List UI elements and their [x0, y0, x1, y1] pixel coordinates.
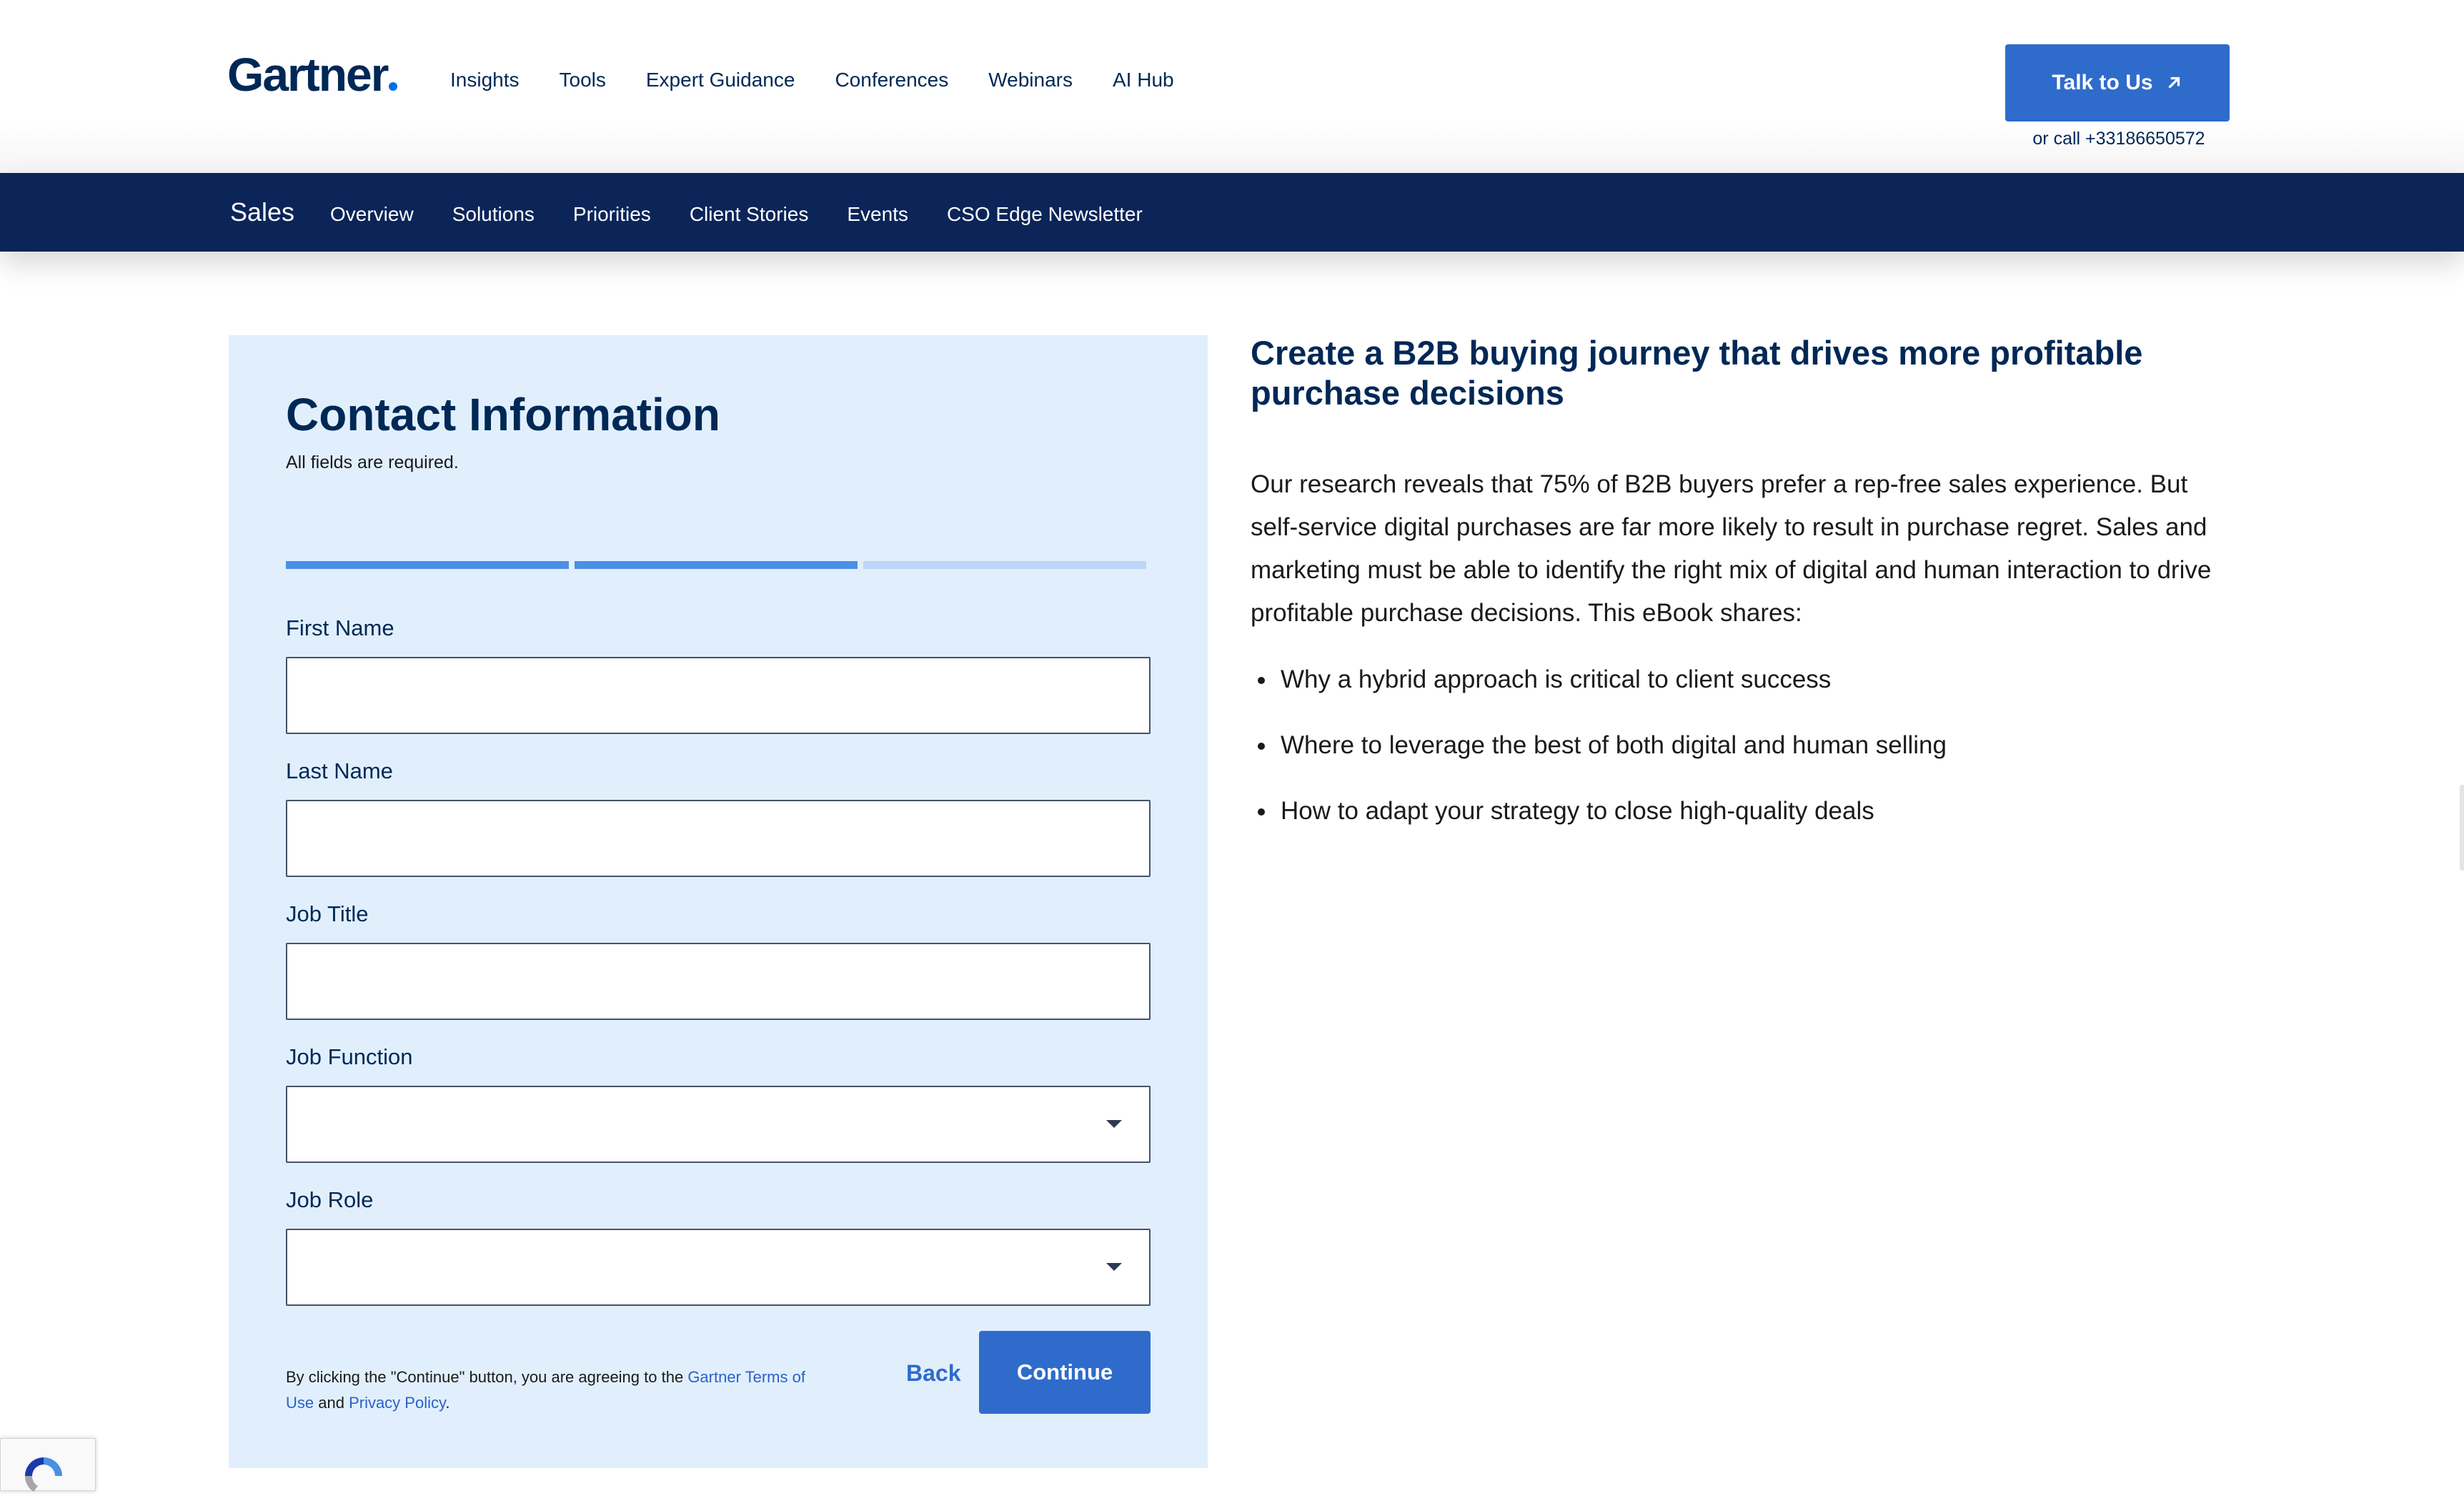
side-feedback-tab[interactable]	[2460, 785, 2464, 871]
legal-text: By clicking the "Continue" button, you a…	[286, 1364, 829, 1416]
subnav-title[interactable]: Sales	[230, 197, 294, 227]
job-title-input[interactable]	[286, 943, 1151, 1020]
sub-nav: Sales Overview Solutions Priorities Clie…	[0, 173, 2464, 252]
gartner-logo[interactable]: Gartner	[227, 47, 398, 101]
progress-step-3	[863, 561, 1146, 569]
main-nav: Insights Tools Expert Guidance Conferenc…	[450, 69, 1214, 91]
privacy-policy-link[interactable]: Privacy Policy	[349, 1394, 445, 1412]
form-title: Contact Information	[286, 389, 720, 440]
call-text[interactable]: or call +33186650572	[2022, 129, 2215, 149]
job-role-label: Job Role	[286, 1187, 374, 1212]
subnav-events[interactable]: Events	[847, 203, 908, 226]
first-name-label: First Name	[286, 615, 394, 640]
job-function-label: Job Function	[286, 1044, 413, 1069]
subnav-cso-edge-newsletter[interactable]: CSO Edge Newsletter	[947, 203, 1143, 226]
subnav-links: Overview Solutions Priorities Client Sto…	[330, 203, 1181, 226]
subnav-client-stories[interactable]: Client Stories	[690, 203, 809, 226]
caret-down-icon	[1106, 1263, 1122, 1271]
contact-form-panel: Contact Information All fields are requi…	[229, 335, 1208, 1468]
nav-tools[interactable]: Tools	[560, 69, 606, 91]
last-name-input[interactable]	[286, 800, 1151, 877]
continue-button[interactable]: Continue	[979, 1331, 1151, 1414]
legal-suffix: .	[445, 1394, 450, 1412]
nav-ai-hub[interactable]: AI Hub	[1113, 69, 1174, 91]
recaptcha-badge[interactable]	[0, 1438, 96, 1492]
job-title-label: Job Title	[286, 901, 369, 926]
logo-dot-icon	[389, 82, 398, 91]
list-item: Where to leverage the best of both digit…	[1258, 729, 1947, 762]
form-progress-bar	[286, 561, 1146, 569]
talk-to-us-button[interactable]: Talk to Us	[2005, 44, 2230, 122]
last-name-label: Last Name	[286, 758, 393, 783]
list-item: Why a hybrid approach is critical to cli…	[1258, 663, 1947, 696]
subnav-solutions[interactable]: Solutions	[452, 203, 535, 226]
subnav-priorities[interactable]: Priorities	[573, 203, 651, 226]
caret-down-icon	[1106, 1120, 1122, 1128]
legal-prefix: By clicking the "Continue" button, you a…	[286, 1368, 688, 1386]
nav-expert-guidance[interactable]: Expert Guidance	[646, 69, 795, 91]
content-bullet-list: Why a hybrid approach is critical to cli…	[1258, 663, 1947, 861]
job-role-select[interactable]	[286, 1229, 1151, 1306]
arrow-up-right-icon	[2167, 76, 2180, 89]
job-function-select[interactable]	[286, 1086, 1151, 1163]
form-subtitle: All fields are required.	[286, 452, 459, 472]
back-button[interactable]: Back	[906, 1360, 961, 1387]
nav-insights[interactable]: Insights	[450, 69, 520, 91]
nav-webinars[interactable]: Webinars	[988, 69, 1073, 91]
subnav-overview[interactable]: Overview	[330, 203, 414, 226]
list-item: How to adapt your strategy to close high…	[1258, 795, 1947, 828]
nav-conferences[interactable]: Conferences	[835, 69, 948, 91]
legal-middle: and	[314, 1394, 349, 1412]
progress-step-2	[575, 561, 858, 569]
recaptcha-icon	[24, 1457, 62, 1492]
content-title: Create a B2B buying journey that drives …	[1251, 334, 2143, 412]
talk-to-us-label: Talk to Us	[2052, 71, 2153, 94]
content-paragraph: Our research reveals that 75% of B2B buy…	[1251, 470, 2212, 627]
top-header: Gartner Insights Tools Expert Guidance C…	[0, 0, 2464, 173]
first-name-input[interactable]	[286, 657, 1151, 734]
progress-step-1	[286, 561, 569, 569]
